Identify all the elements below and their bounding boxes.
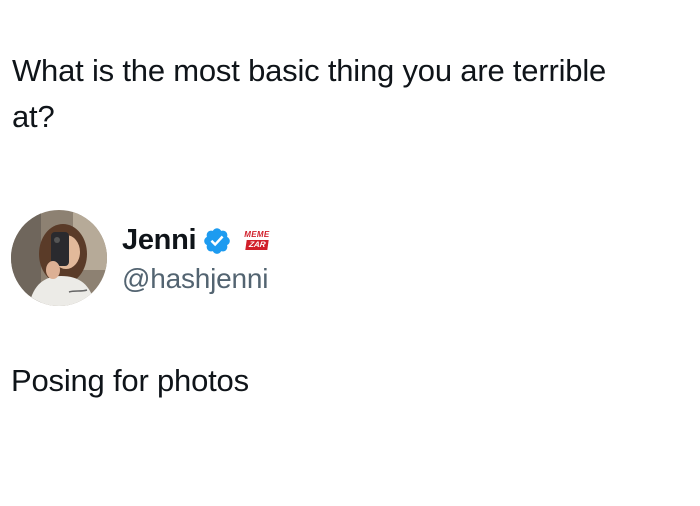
author-block: Jenni MEME ZAR @hashjenni bbox=[11, 210, 269, 306]
avatar[interactable] bbox=[11, 210, 107, 306]
watermark-logo: MEME ZAR bbox=[244, 231, 269, 250]
avatar-photo bbox=[11, 210, 107, 306]
reply-text: Posing for photos bbox=[11, 363, 249, 398]
verified-badge-icon[interactable] bbox=[202, 226, 232, 256]
question-text: What is the most basic thing you are ter… bbox=[12, 53, 607, 134]
watermark-line1: MEME bbox=[244, 230, 270, 239]
author-info: Jenni MEME ZAR @hashjenni bbox=[122, 222, 269, 295]
post-card: What is the most basic thing you are ter… bbox=[0, 0, 700, 506]
watermark-line2: ZAR bbox=[244, 240, 269, 250]
user-handle[interactable]: @hashjenni bbox=[122, 263, 269, 295]
display-name[interactable]: Jenni bbox=[122, 224, 197, 257]
name-row: Jenni MEME ZAR bbox=[122, 222, 269, 260]
